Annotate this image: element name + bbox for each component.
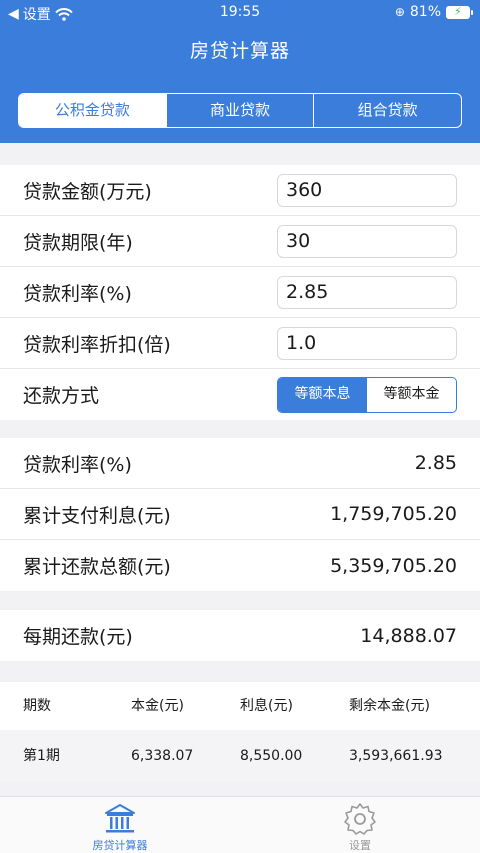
term-label: 贷款期限(年): [23, 231, 133, 254]
tab-settings[interactable]: 设置: [300, 801, 420, 853]
tab-settings-label: 设置: [349, 839, 371, 852]
status-bar: ◀ 设置 19:55 ⊕ 81% ⚡: [0, 0, 480, 26]
total-repayment-value: 5,359,705.20: [330, 554, 457, 577]
status-right: ⊕ 81% ⚡: [394, 4, 473, 20]
amount-label: 贷款金额(万元): [23, 180, 152, 203]
method-label: 还款方式: [23, 385, 100, 407]
tab-combined[interactable]: 组合贷款: [314, 94, 461, 127]
amount-row: 贷款金额(万元) 360: [0, 165, 480, 216]
tab-calculator[interactable]: 房贷计算器: [60, 801, 180, 853]
equal-principal-button[interactable]: 等额本金: [367, 378, 456, 412]
rate-label: 贷款利率(%): [23, 282, 132, 305]
page-title: 房贷计算器: [189, 40, 290, 62]
col-period: 期数: [23, 698, 51, 714]
summary-card: 贷款利率(%) 2.85 累计支付利息(元) 1,759,705.20 累计还款…: [0, 438, 480, 591]
gear-icon: [344, 803, 376, 835]
app-header: ◀ 设置 19:55 ⊕ 81% ⚡ 房贷计算器 公积金贷款 商业贷款 组合贷款: [0, 0, 480, 143]
row-period: 第1期: [23, 748, 60, 764]
summary-rate-row: 贷款利率(%) 2.85: [0, 438, 480, 489]
total-interest-row: 累计支付利息(元) 1,759,705.20: [0, 489, 480, 540]
input-form: 贷款金额(万元) 360 贷款期限(年) 30 贷款利率(%) 2.85 贷款利…: [0, 165, 480, 420]
tab-commercial[interactable]: 商业贷款: [167, 94, 315, 127]
col-remaining: 剩余本金(元): [349, 698, 430, 714]
monthly-card: 每期还款(元) 14,888.07: [0, 610, 480, 661]
amount-input[interactable]: 360: [277, 173, 457, 207]
term-input[interactable]: 30: [277, 224, 457, 258]
discount-input[interactable]: 1.0: [277, 326, 457, 360]
col-interest: 利息(元): [240, 698, 293, 714]
row-remaining: 3,593,661.93: [349, 748, 443, 764]
table-row: 第1期 6,338.07 8,550.00 3,593,661.93: [0, 730, 480, 782]
monthly-payment-row: 每期还款(元) 14,888.07: [0, 610, 480, 661]
method-row: 还款方式 等额本息 等额本金: [0, 369, 480, 420]
discount-label: 贷款利率折扣(倍): [23, 333, 171, 356]
total-repayment-label: 累计还款总额(元): [23, 556, 171, 578]
equal-installment-button[interactable]: 等额本息: [278, 377, 367, 412]
col-principal: 本金(元): [131, 698, 184, 714]
battery-icon: ⚡: [446, 5, 473, 19]
method-toggle: 等额本息 等额本金: [277, 376, 457, 413]
monthly-payment-value: 14,888.07: [360, 624, 457, 647]
summary-rate-label: 贷款利率(%): [23, 453, 132, 476]
summary-rate-value: 2.85: [414, 452, 457, 474]
tab-calculator-label: 房贷计算器: [92, 839, 148, 852]
monthly-payment-label: 每期还款(元): [23, 626, 133, 648]
schedule-header: 期数 本金(元) 利息(元) 剩余本金(元): [0, 682, 480, 730]
orientation-lock-icon: ⊕: [394, 5, 405, 19]
discount-row: 贷款利率折扣(倍) 1.0: [0, 318, 480, 369]
tab-provident-fund[interactable]: 公积金贷款: [19, 94, 167, 127]
term-row: 贷款期限(年) 30: [0, 216, 480, 267]
row-interest: 8,550.00: [240, 748, 303, 764]
tab-bar: 房贷计算器 设置: [0, 796, 480, 853]
loan-type-segment: 公积金贷款 商业贷款 组合贷款: [18, 93, 462, 128]
rate-input[interactable]: 2.85: [277, 275, 457, 309]
total-repayment-row: 累计还款总额(元) 5,359,705.20: [0, 540, 480, 591]
battery-percent: 81%: [409, 4, 441, 20]
total-interest-value: 1,759,705.20: [330, 503, 457, 525]
bank-icon: [105, 804, 135, 833]
total-interest-label: 累计支付利息(元): [23, 504, 171, 527]
row-principal: 6,338.07: [131, 748, 194, 764]
rate-row: 贷款利率(%) 2.85: [0, 267, 480, 318]
